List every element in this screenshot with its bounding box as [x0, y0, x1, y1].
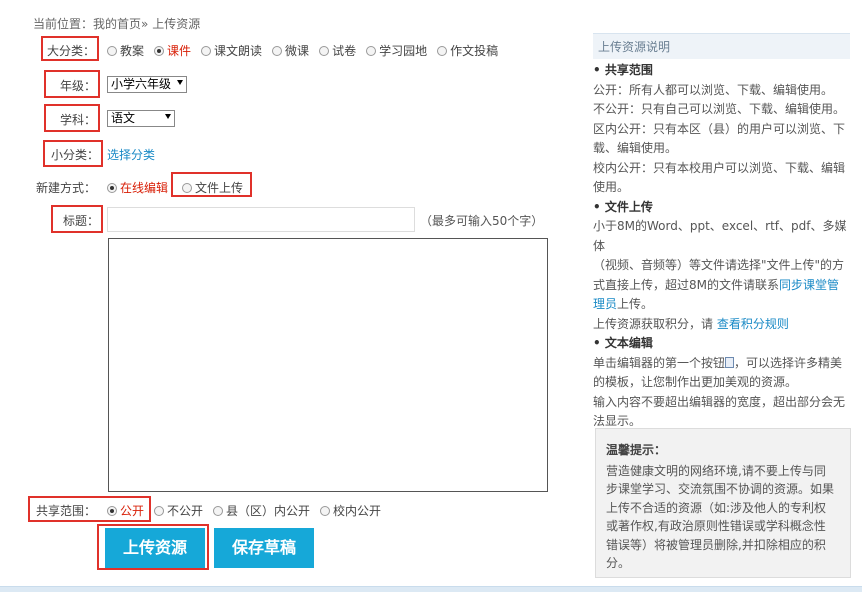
- share-radio-group: 公开 不公开 县（区）内公开 校内公开: [107, 502, 391, 519]
- points-line: 上传资源获取积分，请 查看积分规则: [593, 316, 789, 331]
- grade-label: 年级：: [59, 79, 96, 93]
- text-edit-line: 输入内容不要超出编辑器的宽度，超出部分会无: [593, 394, 846, 409]
- upload-line: 理员上传。: [593, 297, 654, 311]
- radio-icon: [366, 45, 377, 56]
- upload-heading: • 文件上传: [593, 199, 653, 214]
- subcategory-label: 小分类：: [50, 148, 99, 162]
- share-option-school[interactable]: 校内公开: [320, 502, 381, 519]
- category-option-weike[interactable]: 微课: [272, 42, 309, 59]
- share-line: 区内公开：只有本区（县）的用户可以浏览、下: [593, 121, 846, 136]
- breadcrumb-sep: »: [141, 17, 149, 31]
- tip-line: 上传不合适的资源（如:涉及他人的专利权: [606, 500, 827, 515]
- category-radio-group: 教案 课件 课文朗读 微课 试卷 学习园地 作文投稿: [107, 42, 508, 59]
- share-option-public[interactable]: 公开: [107, 502, 144, 519]
- category-label: 大分类：: [46, 44, 95, 58]
- template-document-icon: [725, 356, 735, 368]
- share-line: 公开：所有人都可以浏览、下载、编辑使用。: [593, 82, 834, 97]
- select-category-link[interactable]: 选择分类: [107, 146, 155, 163]
- tip-title: 温馨提示：: [606, 443, 667, 457]
- text-edit-line: 单击编辑器的第一个按钮 ，可以选择许多精美: [593, 355, 843, 370]
- share-option-private[interactable]: 不公开: [154, 502, 203, 519]
- share-heading: • 共享范围: [593, 63, 653, 77]
- category-option-jiaoan[interactable]: 教案: [107, 42, 144, 59]
- create-mode-online[interactable]: 在线编辑: [107, 179, 168, 196]
- upload-resource-button[interactable]: 上传资源: [105, 528, 205, 568]
- highlight-box-file-upload: [171, 172, 252, 197]
- radio-checked-icon: [154, 45, 165, 56]
- upload-instructions-panel: 上传资源说明 • 共享范围 公开：所有人都可以浏览、下载、编辑使用。 不公开：只…: [593, 33, 850, 432]
- radio-icon: [213, 505, 224, 516]
- tip-line: 或著作权,有政治原则性错误或学科概念性: [606, 519, 826, 533]
- bottom-bar: [0, 586, 862, 592]
- radio-icon: [319, 45, 330, 56]
- dropdown-arrow-icon: [177, 80, 183, 85]
- title-label: 标题：: [62, 214, 99, 228]
- admin-contact-link-cont[interactable]: 理员: [593, 297, 617, 311]
- subject-select-value: 语文: [111, 111, 136, 125]
- content-editor[interactable]: [108, 238, 548, 492]
- warm-tip-box: 温馨提示： 营造健康文明的网络环境,请不要上传与同 步课堂学习、交流氛围不协调的…: [595, 428, 851, 578]
- share-line: 不公开：只有自己可以浏览、下载、编辑使用。: [593, 102, 846, 116]
- subject-select[interactable]: 语文: [107, 110, 175, 127]
- category-option-kewen[interactable]: 课文朗读: [201, 42, 262, 59]
- radio-icon: [154, 505, 165, 516]
- share-option-district[interactable]: 县（区）内公开: [213, 502, 310, 519]
- subject-label: 学科：: [59, 113, 96, 127]
- create-mode-label: 新建方式：: [36, 181, 97, 195]
- category-option-kejian[interactable]: 课件: [154, 42, 191, 59]
- tip-line: 分。: [606, 556, 631, 570]
- share-line: 使用。: [593, 180, 630, 194]
- breadcrumb-prefix: 当前位置：: [33, 17, 94, 31]
- tip-line: 错误等）将被管理员删除,并扣除相应的积: [606, 537, 826, 552]
- radio-icon: [201, 45, 212, 56]
- radio-icon: [272, 45, 283, 56]
- upload-line: （视频、音频等）等文件请选择"文件上传"的方: [593, 258, 845, 272]
- title-input[interactable]: [107, 207, 415, 232]
- text-edit-line: 的模板，让您制作出更加美观的资源。: [593, 375, 798, 389]
- points-rules-link[interactable]: 查看积分规则: [717, 317, 789, 331]
- breadcrumb: 当前位置：我的首页» 上传资源: [33, 15, 200, 32]
- title-hint: （最多可输入50个字）: [420, 214, 544, 228]
- category-option-xuexi[interactable]: 学习园地: [366, 42, 427, 59]
- radio-icon: [107, 45, 117, 56]
- text-edit-heading: • 文本编辑: [593, 336, 653, 350]
- share-line: 载、编辑使用。: [593, 141, 678, 155]
- sidebar-title: 上传资源说明: [593, 33, 850, 59]
- radio-icon: [437, 45, 448, 56]
- breadcrumb-home[interactable]: 我的首页: [93, 17, 141, 31]
- radio-icon: [320, 505, 331, 516]
- breadcrumb-current: 上传资源: [152, 17, 201, 31]
- upload-line: 式直接上传，超过8M的文件请联系同步课堂管: [593, 277, 840, 292]
- category-option-zuowen[interactable]: 作文投稿: [437, 42, 498, 59]
- grade-select[interactable]: 小学六年级: [107, 76, 187, 93]
- save-draft-button[interactable]: 保存草稿: [214, 528, 314, 568]
- radio-checked-icon: [107, 182, 117, 193]
- grade-select-value: 小学六年级: [111, 77, 172, 91]
- radio-checked-icon: [107, 505, 117, 516]
- upload-line: 小于8M的Word、ppt、excel、rtf、pdf、多媒体: [593, 219, 847, 253]
- tip-line: 营造健康文明的网络环境,请不要上传与同: [606, 463, 826, 478]
- share-line: 校内公开：只有本校用户可以浏览、下载、编辑: [593, 160, 846, 175]
- dropdown-arrow-icon: [165, 114, 171, 119]
- share-label: 共享范围：: [35, 504, 96, 518]
- admin-contact-link[interactable]: 同步课堂管: [779, 278, 839, 292]
- category-option-shijuan[interactable]: 试卷: [319, 42, 356, 59]
- tip-line: 步课堂学习、交流氛围不协调的资源。如果: [606, 482, 835, 496]
